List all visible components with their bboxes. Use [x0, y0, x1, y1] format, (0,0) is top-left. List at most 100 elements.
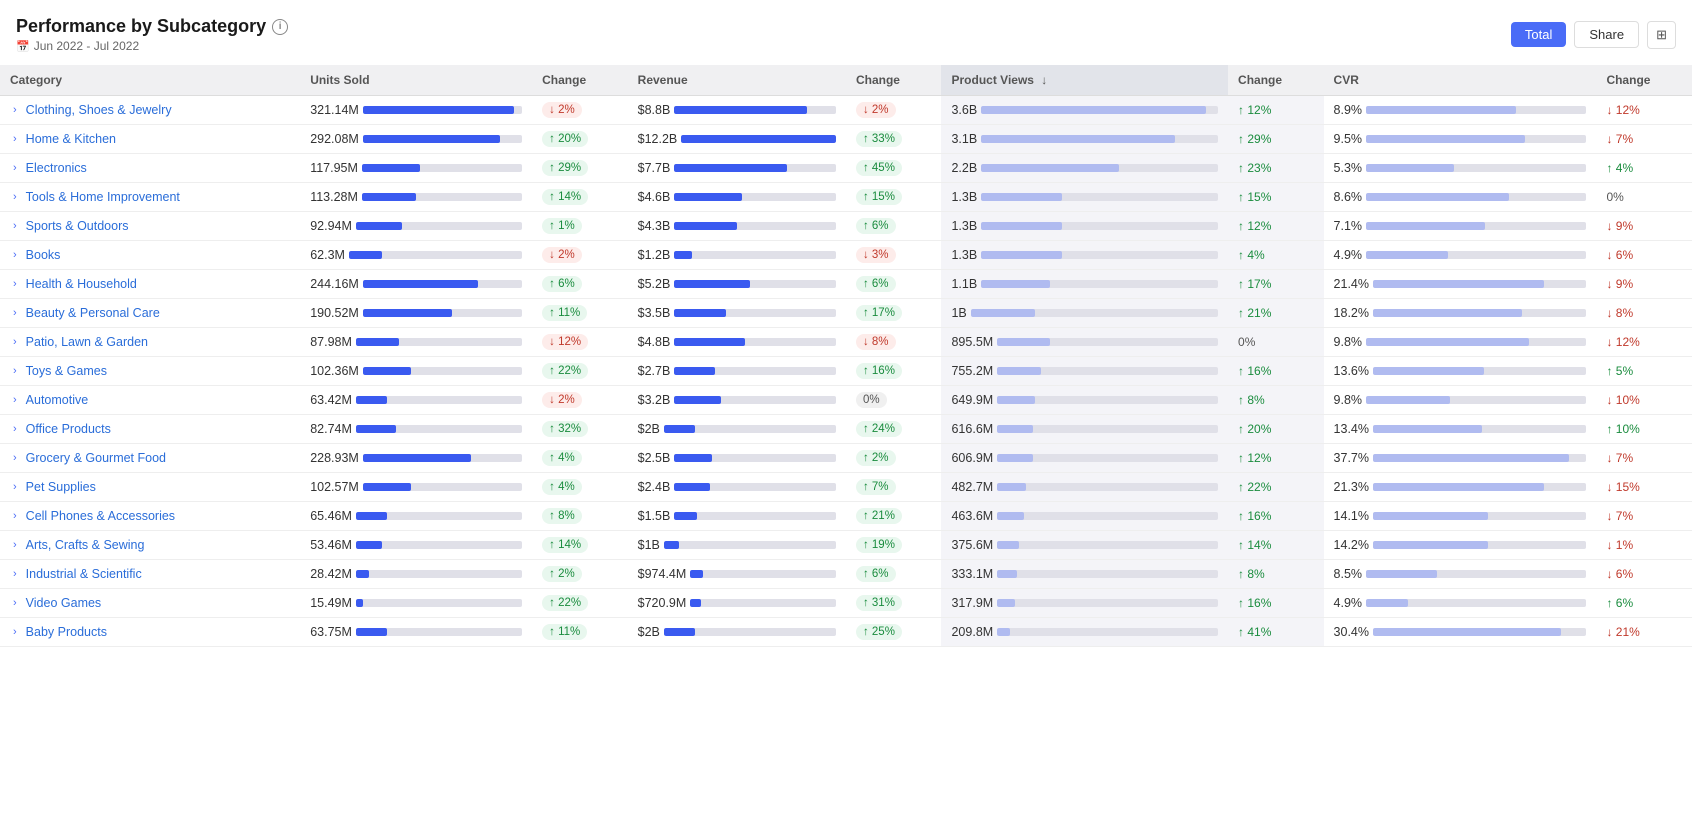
- table-row: ›Automotive63.42M↓ 2%$3.2B0%649.9M↑ 8%9.…: [0, 386, 1692, 415]
- category-link[interactable]: Industrial & Scientific: [26, 567, 142, 581]
- category-link[interactable]: Patio, Lawn & Garden: [26, 335, 148, 349]
- cvr-value: 4.9%: [1334, 596, 1363, 610]
- category-cell: › Arts, Crafts & Sewing: [0, 531, 300, 560]
- units-change-cell: ↑ 1%: [532, 212, 628, 241]
- category-link[interactable]: Sports & Outdoors: [26, 219, 129, 233]
- revenue-change-cell: ↓ 8%: [846, 328, 942, 357]
- category-link[interactable]: Pet Supplies: [26, 480, 96, 494]
- category-link[interactable]: Office Products: [26, 422, 111, 436]
- units-change-cell: ↓ 2%: [532, 386, 628, 415]
- expand-button[interactable]: ›: [10, 509, 20, 523]
- units-sold-value: 28.42M: [310, 567, 352, 581]
- expand-button[interactable]: ›: [10, 364, 20, 378]
- cvr-change-cell: ↓ 12%: [1596, 96, 1692, 125]
- category-cell: › Grocery & Gourmet Food: [0, 444, 300, 473]
- category-link[interactable]: Clothing, Shoes & Jewelry: [26, 103, 172, 117]
- col-pv-change: Change: [1228, 65, 1324, 96]
- category-link[interactable]: Books: [26, 248, 61, 262]
- cvr-value: 13.6%: [1334, 364, 1369, 378]
- expand-button[interactable]: ›: [10, 538, 20, 552]
- expand-button[interactable]: ›: [10, 306, 20, 320]
- expand-button[interactable]: ›: [10, 393, 20, 407]
- category-link[interactable]: Baby Products: [26, 625, 107, 639]
- pv-change-cell: ↑ 15%: [1228, 183, 1324, 212]
- col-category: Category: [0, 65, 300, 96]
- category-cell: › Beauty & Personal Care: [0, 299, 300, 328]
- revenue-change-cell: ↑ 31%: [846, 589, 942, 618]
- units-change-cell: ↑ 22%: [532, 589, 628, 618]
- col-product-views[interactable]: Product Views ↓: [941, 65, 1228, 96]
- expand-button[interactable]: ›: [10, 480, 20, 494]
- expand-button[interactable]: ›: [10, 248, 20, 262]
- expand-button[interactable]: ›: [10, 190, 20, 204]
- revenue-cell: $4.6B: [628, 183, 846, 212]
- col-cvr: CVR: [1324, 65, 1597, 96]
- category-link[interactable]: Cell Phones & Accessories: [26, 509, 175, 523]
- units-sold-value: 87.98M: [310, 335, 352, 349]
- product-views-cell: 606.9M: [941, 444, 1228, 473]
- revenue-change-cell: ↑ 17%: [846, 299, 942, 328]
- category-cell: › Books: [0, 241, 300, 270]
- expand-button[interactable]: ›: [10, 451, 20, 465]
- category-link[interactable]: Toys & Games: [26, 364, 107, 378]
- category-link[interactable]: Grocery & Gourmet Food: [26, 451, 166, 465]
- share-button[interactable]: Share: [1574, 21, 1639, 48]
- revenue-change-cell: ↑ 6%: [846, 212, 942, 241]
- expand-button[interactable]: ›: [10, 625, 20, 639]
- revenue-change-cell: ↑ 2%: [846, 444, 942, 473]
- product-views-cell: 755.2M: [941, 357, 1228, 386]
- category-link[interactable]: Health & Household: [26, 277, 137, 291]
- table-row: ›Industrial & Scientific28.42M↑ 2%$974.4…: [0, 560, 1692, 589]
- table-row: ›Patio, Lawn & Garden87.98M↓ 12%$4.8B↓ 8…: [0, 328, 1692, 357]
- table-row: ›Health & Household244.16M↑ 6%$5.2B↑ 6%1…: [0, 270, 1692, 299]
- cvr-cell: 7.1%: [1324, 212, 1597, 241]
- revenue-cell: $1.2B: [628, 241, 846, 270]
- product-views-value: 2.2B: [951, 161, 977, 175]
- cvr-value: 4.9%: [1334, 248, 1363, 262]
- expand-button[interactable]: ›: [10, 596, 20, 610]
- expand-button[interactable]: ›: [10, 161, 20, 175]
- revenue-value: $4.3B: [638, 219, 671, 233]
- pv-change-cell: ↑ 16%: [1228, 589, 1324, 618]
- category-link[interactable]: Home & Kitchen: [26, 132, 116, 146]
- expand-button[interactable]: ›: [10, 335, 20, 349]
- units-sold-cell: 82.74M: [300, 415, 532, 444]
- category-link[interactable]: Automotive: [26, 393, 89, 407]
- cvr-cell: 9.5%: [1324, 125, 1597, 154]
- cvr-cell: 30.4%: [1324, 618, 1597, 647]
- cvr-value: 14.2%: [1334, 538, 1369, 552]
- category-cell: › Tools & Home Improvement: [0, 183, 300, 212]
- expand-button[interactable]: ›: [10, 422, 20, 436]
- category-link[interactable]: Electronics: [26, 161, 87, 175]
- cvr-change-cell: ↑ 4%: [1596, 154, 1692, 183]
- pv-change-cell: ↑ 8%: [1228, 560, 1324, 589]
- total-button[interactable]: Total: [1511, 22, 1566, 47]
- revenue-value: $4.6B: [638, 190, 671, 204]
- units-sold-cell: 62.3M: [300, 241, 532, 270]
- category-link[interactable]: Arts, Crafts & Sewing: [26, 538, 145, 552]
- expand-button[interactable]: ›: [10, 103, 20, 117]
- category-link[interactable]: Video Games: [26, 596, 102, 610]
- revenue-value: $1B: [638, 538, 660, 552]
- expand-button[interactable]: ›: [10, 219, 20, 233]
- revenue-cell: $4.8B: [628, 328, 846, 357]
- revenue-value: $1.2B: [638, 248, 671, 262]
- category-link[interactable]: Tools & Home Improvement: [26, 190, 180, 204]
- expand-button[interactable]: ›: [10, 277, 20, 291]
- expand-button[interactable]: ›: [10, 132, 20, 146]
- cvr-cell: 8.5%: [1324, 560, 1597, 589]
- cvr-cell: 9.8%: [1324, 386, 1597, 415]
- category-link[interactable]: Beauty & Personal Care: [26, 306, 160, 320]
- units-change-cell: ↓ 2%: [532, 241, 628, 270]
- revenue-value: $1.5B: [638, 509, 671, 523]
- cvr-value: 30.4%: [1334, 625, 1369, 639]
- info-icon[interactable]: i: [272, 19, 288, 35]
- product-views-cell: 616.6M: [941, 415, 1228, 444]
- revenue-cell: $12.2B: [628, 125, 846, 154]
- cvr-value: 37.7%: [1334, 451, 1369, 465]
- product-views-value: 616.6M: [951, 422, 993, 436]
- expand-button[interactable]: ›: [10, 567, 20, 581]
- cvr-cell: 14.1%: [1324, 502, 1597, 531]
- export-button[interactable]: ⊞: [1647, 21, 1676, 49]
- pv-change-cell: ↑ 12%: [1228, 212, 1324, 241]
